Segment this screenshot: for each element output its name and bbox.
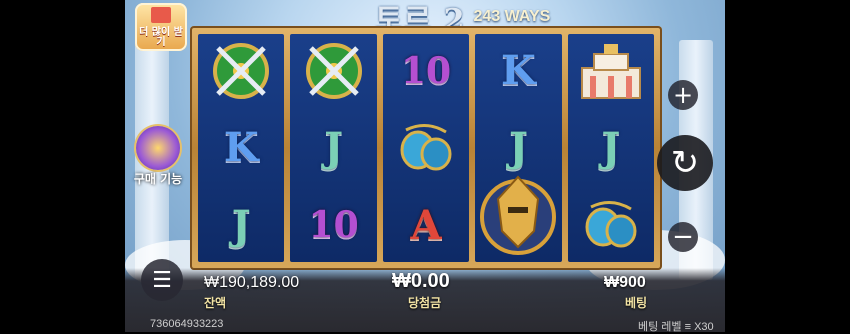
menu-icon: ☰ bbox=[152, 267, 172, 293]
increase-bet-button[interactable]: + bbox=[668, 80, 698, 110]
tree-icon bbox=[136, 126, 180, 170]
symbol-10: 10 bbox=[400, 49, 452, 92]
shield-swords-icon bbox=[305, 42, 362, 99]
horn-cups-icon bbox=[585, 201, 637, 248]
more-button[interactable]: 더 많이 받기 bbox=[135, 3, 187, 51]
reel-cell: A bbox=[383, 189, 469, 262]
plus-icon: + bbox=[672, 81, 694, 109]
reel-3: 10 A bbox=[382, 34, 470, 262]
decrease-bet-button[interactable]: − bbox=[668, 222, 698, 252]
reel-cell bbox=[290, 34, 376, 107]
symbol-j: J bbox=[324, 124, 344, 172]
reel-cell bbox=[198, 34, 284, 107]
reel-cell bbox=[568, 189, 654, 262]
reel-cell: K bbox=[475, 34, 561, 107]
symbol-j: J bbox=[508, 124, 528, 172]
reel-5: J bbox=[567, 34, 655, 262]
symbol-j: J bbox=[231, 201, 251, 249]
reel-cell bbox=[475, 175, 561, 262]
bet-value: ₩900 bbox=[604, 274, 646, 291]
symbol-k: K bbox=[223, 124, 259, 172]
reel-cell: J bbox=[198, 189, 284, 262]
reel-cell: J bbox=[568, 111, 654, 184]
reel-cell bbox=[568, 34, 654, 107]
win-value: ₩0.00 bbox=[392, 270, 450, 292]
reel-cell: 10 bbox=[290, 189, 376, 262]
minus-icon: − bbox=[672, 222, 694, 252]
win-label: 당첨금 bbox=[408, 296, 442, 310]
reels-grid: K J J 10 10 A K J J bbox=[198, 34, 655, 262]
horn-cups-icon bbox=[400, 123, 452, 171]
balance-value: ₩190,189.00 bbox=[204, 274, 300, 291]
symbol-k: K bbox=[501, 47, 536, 95]
thor-icon bbox=[480, 175, 557, 256]
symbol-a: A bbox=[410, 201, 442, 249]
reel-cell: K bbox=[198, 111, 284, 184]
symbol-10: 10 bbox=[308, 204, 359, 247]
ways-badge: 243 WAYS bbox=[473, 8, 551, 25]
more-label: 더 많이 받기 bbox=[139, 27, 183, 48]
buy-feature-button[interactable]: 구매 기능 bbox=[128, 126, 188, 187]
spin-button[interactable]: ↻ bbox=[657, 135, 713, 191]
temple-icon bbox=[580, 43, 641, 99]
reel-cell: J bbox=[290, 111, 376, 184]
bet-label: 베팅 bbox=[625, 296, 648, 310]
reel-cell: 10 bbox=[383, 34, 469, 107]
reel-frame: K J J 10 10 A K J J bbox=[190, 26, 662, 270]
reel-2: J 10 bbox=[290, 34, 377, 262]
balance-label: 잔액 bbox=[204, 296, 227, 310]
spin-icon: ↻ bbox=[670, 143, 700, 183]
buy-feature-label: 구매 기능 bbox=[133, 172, 183, 186]
symbol-j: J bbox=[601, 124, 621, 172]
reel-1: K J bbox=[198, 34, 285, 262]
reel-4: K J bbox=[475, 34, 562, 262]
gift-icon bbox=[151, 7, 171, 23]
shield-swords-icon bbox=[213, 42, 270, 99]
menu-button[interactable]: ☰ bbox=[141, 259, 183, 301]
round-id: 736064933223 bbox=[150, 318, 224, 330]
reel-cell bbox=[383, 111, 469, 184]
